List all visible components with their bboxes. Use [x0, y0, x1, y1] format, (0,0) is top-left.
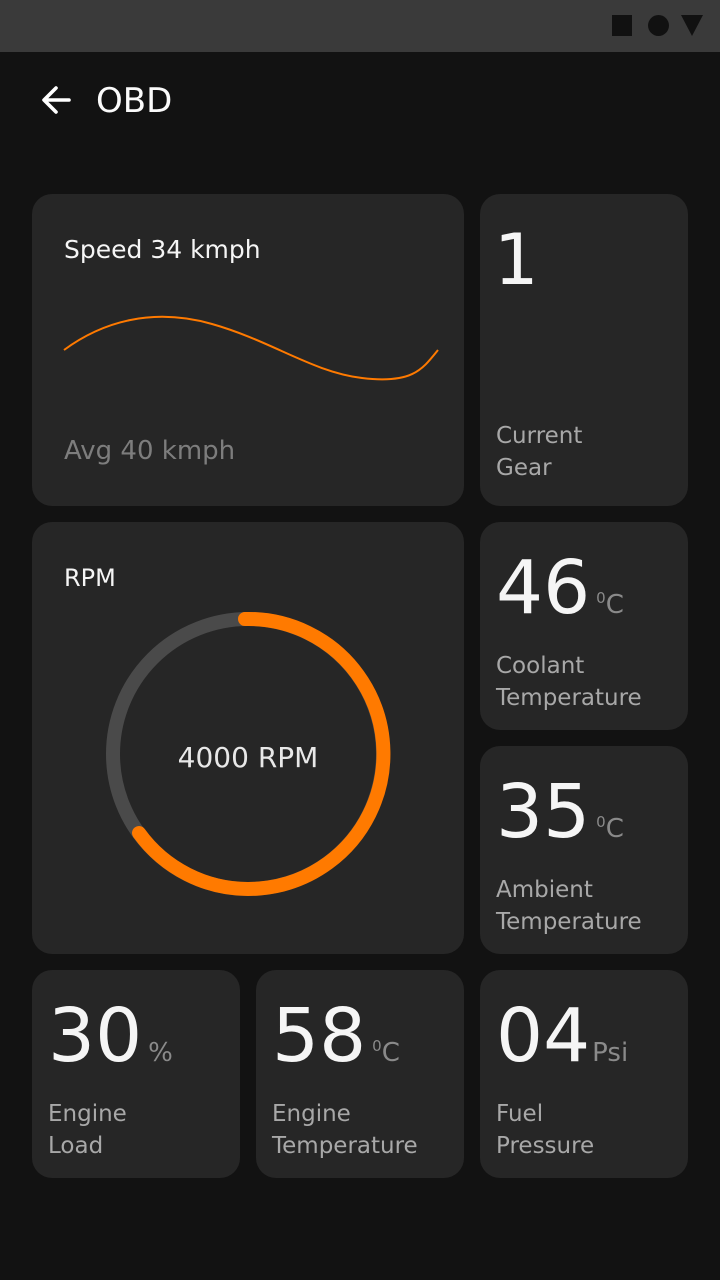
coolant-temperature-value: 46 0C: [496, 545, 624, 631]
speed-trend-line: [63, 315, 439, 381]
ambient-temperature-unit: 0C: [596, 813, 624, 844]
back-arrow-icon[interactable]: [36, 80, 78, 122]
gear-value: 1: [494, 219, 539, 301]
fuel-pressure-unit: Psi: [592, 1038, 629, 1068]
app-header: OBD: [0, 52, 720, 150]
signal-triangle-icon: [681, 15, 703, 36]
speed-title: Speed 34 kmph: [64, 235, 261, 264]
engine-temperature-unit: 0C: [372, 1037, 400, 1068]
coolant-temperature-card[interactable]: 46 0C Coolant Temperature: [480, 522, 688, 730]
stop-square-icon: [612, 15, 632, 36]
speed-average: Avg 40 kmph: [64, 436, 236, 466]
rpm-value: 4000 RPM: [177, 741, 319, 774]
gear-label-line1: Current: [496, 423, 583, 449]
gear-label: Current Gear: [496, 420, 676, 484]
fuel-pressure-card[interactable]: 04Psi Fuel Pressure: [480, 970, 688, 1178]
engine-load-card[interactable]: 30% Engine Load: [32, 970, 240, 1178]
engine-temperature-value: 58 0C: [272, 993, 400, 1079]
page-title: OBD: [96, 81, 173, 121]
ambient-temperature-value: 35 0C: [496, 769, 624, 855]
engine-load-label: Engine Load: [48, 1101, 127, 1159]
status-bar: [0, 0, 720, 52]
ambient-temperature-label: Ambient Temperature: [496, 877, 642, 935]
speed-card[interactable]: Speed 34 kmph Avg 40 kmph: [32, 194, 464, 506]
engine-load-unit: %: [148, 1038, 173, 1068]
gear-card[interactable]: 1 Current Gear: [480, 194, 688, 506]
rpm-title: RPM: [64, 564, 116, 592]
gear-label-line2: Gear: [496, 455, 552, 481]
engine-temperature-label: Engine Temperature: [272, 1101, 418, 1159]
fuel-pressure-value: 04Psi: [496, 993, 629, 1079]
coolant-temperature-label: Coolant Temperature: [496, 653, 642, 711]
ambient-temperature-card[interactable]: 35 0C Ambient Temperature: [480, 746, 688, 954]
engine-temperature-card[interactable]: 58 0C Engine Temperature: [256, 970, 464, 1178]
engine-load-value: 30%: [48, 993, 173, 1079]
coolant-temperature-unit: 0C: [596, 589, 624, 620]
rpm-card[interactable]: RPM 4000 RPM: [32, 522, 464, 954]
record-circle-icon: [648, 15, 669, 36]
fuel-pressure-label: Fuel Pressure: [496, 1101, 595, 1159]
